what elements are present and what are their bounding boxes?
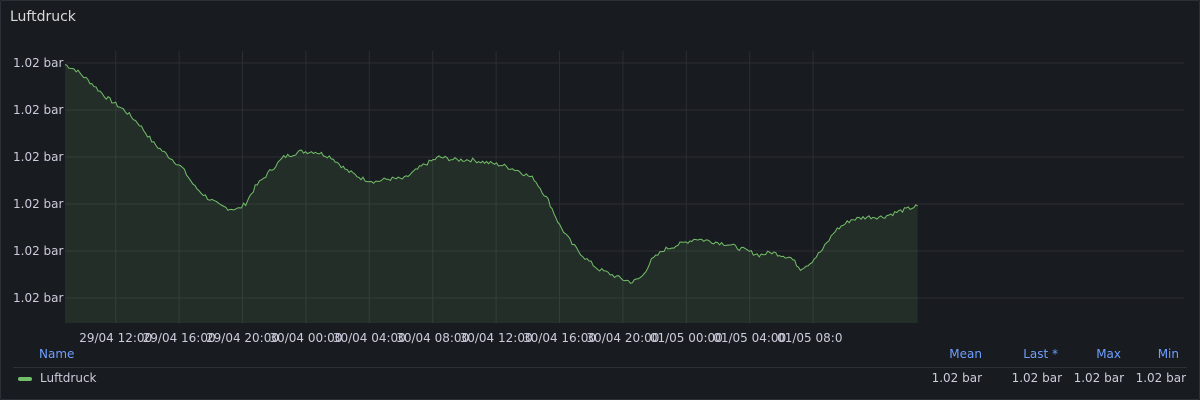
series-layer [64,64,918,323]
x-tick-label: 30/04 00:00 [269,331,342,345]
legend-header-last[interactable]: Last * [1023,347,1058,361]
x-tick-label: 30/04 20:00 [586,331,659,345]
y-tick-label: 1.02 bar [13,103,64,117]
legend-value-mean: 1.02 bar [931,371,982,385]
legend-header-min[interactable]: Min [1158,347,1179,361]
x-tick-label: 29/04 12:00 [79,331,152,345]
x-axis: 29/04 12:0029/04 16:0029/04 20:0030/04 0… [79,331,842,345]
x-tick-label: 01/05 08:0 [777,331,842,345]
y-axis: 1.02 bar 1.02 bar 1.02 bar 1.02 bar 1.02 bar… [13,56,64,305]
chart-panel: Luftdruck 1.02 bar 1.02 bar 1.02 bar 1.02 b… [0,0,1200,400]
y-tick-label: 1.02 bar [13,291,64,305]
x-tick-label: 29/04 20:00 [206,331,279,345]
legend-value-last: 1.02 bar [1011,371,1062,385]
y-tick-label: 1.02 bar [13,197,64,211]
x-tick-label: 30/04 12:00 [460,331,533,345]
x-tick-label: 30/04 08:00 [396,331,469,345]
y-tick-label: 1.02 bar [13,244,64,258]
series-area-luftdruck [65,64,918,323]
x-tick-label: 30/04 16:00 [523,331,596,345]
legend-header-name[interactable]: Name [39,347,74,361]
legend-series-name: Luftdruck [40,371,97,385]
chart-svg: 1.02 bar 1.02 bar 1.02 bar 1.02 bar 1.02 bar… [13,51,1184,345]
legend-value-max: 1.02 bar [1073,371,1124,385]
legend-value-min: 1.02 bar [1135,371,1186,385]
y-tick-label: 1.02 bar [13,56,64,70]
x-tick-label: 01/05 04:00 [713,331,786,345]
x-tick-label: 30/04 04:00 [333,331,406,345]
legend-row-luftdruck[interactable]: Luftdruck [18,371,97,385]
legend-header-mean[interactable]: Mean [949,347,982,361]
x-tick-label: 29/04 16:00 [143,331,216,345]
legend-divider [13,367,1187,368]
legend-swatch [18,376,32,381]
legend-header-max[interactable]: Max [1096,347,1121,361]
y-tick-label: 1.02 bar [13,150,64,164]
x-tick-label: 01/05 00:00 [650,331,723,345]
